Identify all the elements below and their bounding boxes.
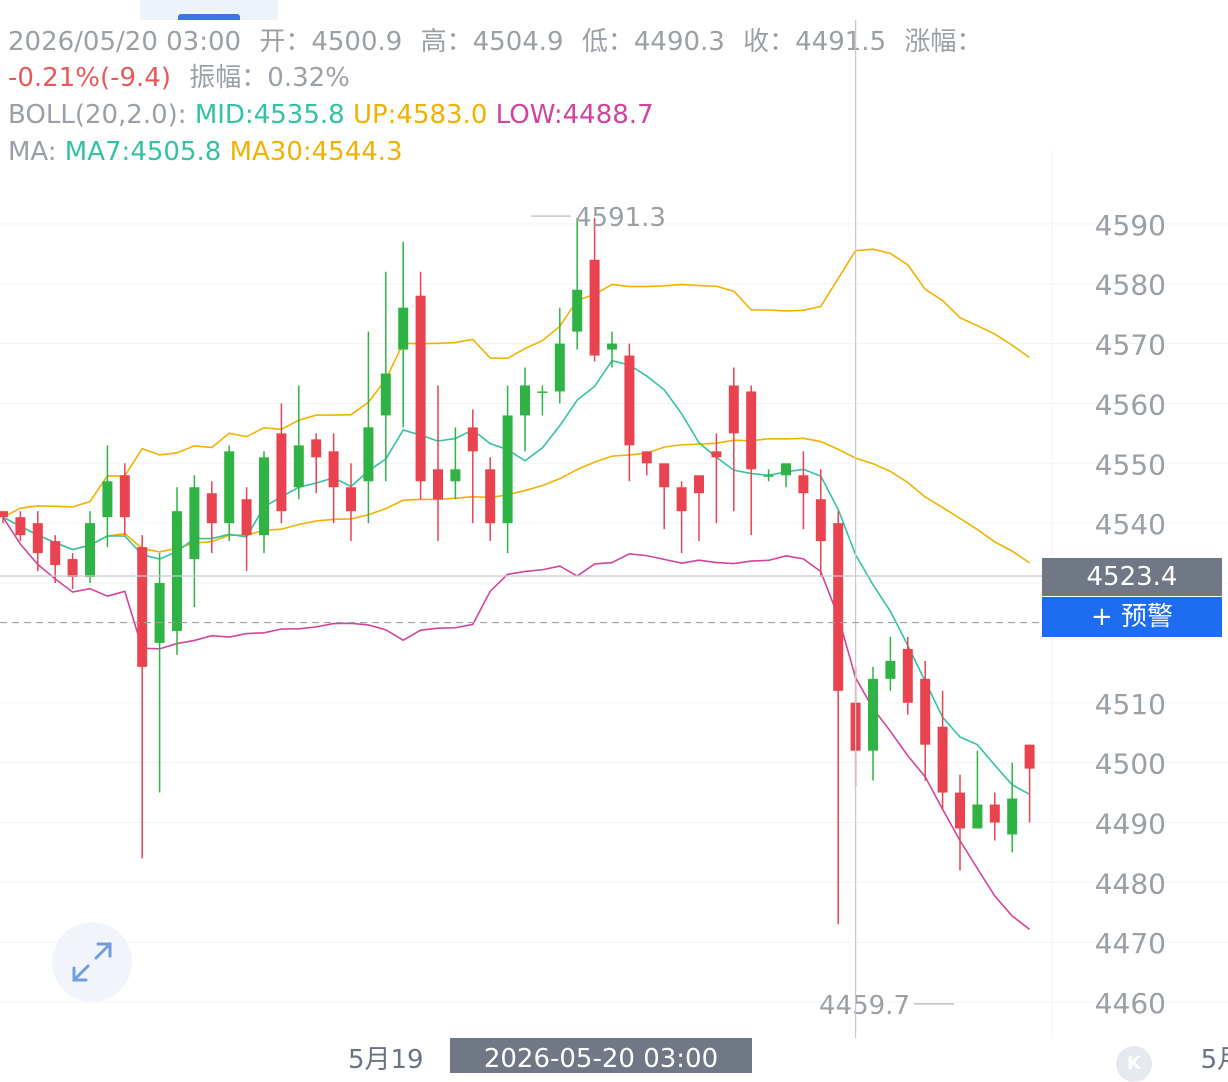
- candle-body: [346, 487, 356, 512]
- add-alert-button[interactable]: + 预警: [1042, 597, 1222, 637]
- candle-body: [868, 678, 878, 751]
- y-tick-label: 4580: [1095, 269, 1166, 302]
- candle-body: [537, 391, 548, 393]
- candle-body: [485, 469, 496, 524]
- candle-body: [589, 259, 600, 356]
- candle-body: [763, 475, 774, 477]
- candle-body: [554, 343, 565, 392]
- candle-body: [102, 481, 113, 518]
- candle-body: [137, 547, 148, 667]
- candle-body: [902, 648, 913, 703]
- expand-arrows-icon: [72, 942, 112, 982]
- y-tick-label: 4500: [1095, 748, 1166, 781]
- candle-body: [694, 475, 704, 494]
- candle-body: [32, 523, 43, 554]
- candle-body: [937, 726, 948, 793]
- crosshair-date-label: 2026-05-20 03:00: [450, 1038, 752, 1073]
- candle-body: [1007, 798, 1018, 835]
- k-logo-icon: K: [1116, 1046, 1152, 1082]
- candle-body: [241, 499, 252, 536]
- candle-body: [293, 445, 304, 488]
- high-marker-label: 4591.3: [575, 203, 666, 233]
- last-price-tag: 4523.4: [1042, 558, 1222, 596]
- y-tick-label: 4590: [1095, 209, 1166, 242]
- low-marker-label: 4459.7: [819, 991, 910, 1021]
- candle-body: [189, 487, 200, 560]
- y-tick-label: 4480: [1095, 867, 1166, 900]
- candle-body: [885, 660, 896, 679]
- candle-body: [746, 391, 757, 470]
- candle-body: [659, 463, 670, 488]
- candle-body: [920, 678, 931, 745]
- candle-body: [363, 427, 374, 482]
- candle-body: [781, 463, 791, 476]
- candle-body: [728, 385, 739, 434]
- candle-body: [467, 427, 478, 452]
- candle-body: [520, 385, 530, 416]
- x-tick-label: 5月21: [1201, 1045, 1228, 1073]
- candle-body: [259, 457, 269, 536]
- candle-body: [119, 475, 130, 518]
- candle-body: [624, 355, 635, 446]
- candle-body: [676, 487, 687, 512]
- candle-body: [815, 499, 826, 542]
- candle-body: [415, 295, 426, 482]
- crosshair: [0, 20, 1044, 1038]
- candle-body: [502, 415, 513, 524]
- candle-body: [641, 451, 652, 464]
- y-tick-label: 4560: [1095, 388, 1166, 421]
- boll-up-line: [2, 248, 1031, 518]
- candle-body: [711, 451, 722, 458]
- candle-body: [955, 792, 965, 829]
- candle-body: [572, 289, 583, 332]
- candlestick-chart[interactable]: 4590458045704560455045404530451045004490…: [0, 0, 1228, 1073]
- candle-body: [67, 559, 78, 578]
- candle-body: [328, 451, 339, 488]
- x-tick-label: 5月19: [348, 1045, 424, 1073]
- expand-chart-button[interactable]: [52, 922, 132, 1002]
- y-tick-label: 4570: [1095, 329, 1166, 362]
- candle-body: [206, 493, 217, 524]
- candle-body: [398, 307, 409, 350]
- y-tick-label: 4550: [1095, 448, 1166, 481]
- y-tick-label: 4510: [1095, 688, 1166, 721]
- candle-body: [15, 517, 26, 536]
- candle-body: [311, 439, 322, 458]
- candle-body: [0, 511, 8, 518]
- candle-body: [989, 804, 1000, 823]
- y-tick-label: 4460: [1095, 987, 1166, 1020]
- candle-body: [224, 451, 235, 524]
- candle-body: [833, 523, 844, 691]
- y-tick-label: 4540: [1095, 508, 1166, 541]
- candle-body: [85, 523, 95, 578]
- candle-body: [50, 541, 61, 566]
- candle-body: [798, 475, 809, 494]
- candle-body: [172, 511, 182, 631]
- candle-body: [276, 433, 287, 512]
- y-tick-label: 4470: [1095, 927, 1166, 960]
- candle-body: [972, 804, 983, 829]
- candle-body: [1024, 744, 1035, 769]
- ma30-line: [2, 437, 1031, 564]
- candles: [0, 217, 1035, 925]
- candle-body: [380, 373, 391, 416]
- candle-body: [450, 469, 461, 482]
- candle-body: [607, 343, 617, 350]
- candle-body: [154, 583, 165, 643]
- y-tick-label: 4490: [1095, 807, 1166, 840]
- candle-body: [433, 469, 443, 500]
